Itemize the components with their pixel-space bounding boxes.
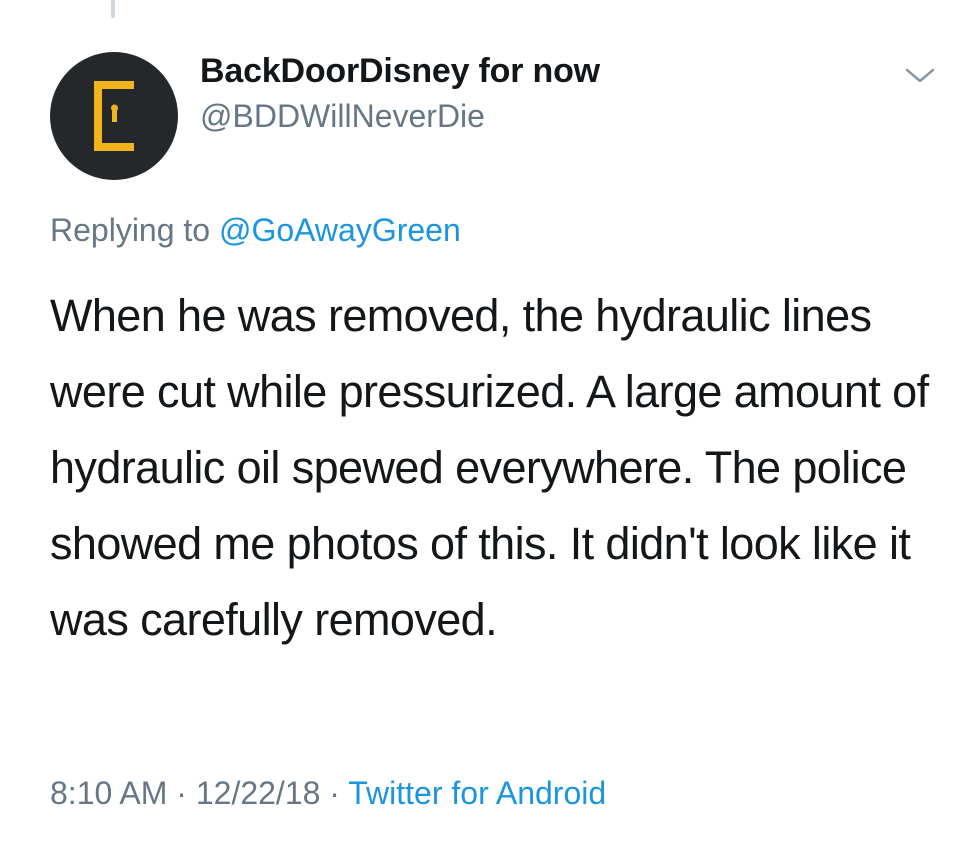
chevron-down-icon — [905, 68, 935, 83]
tweet-date[interactable]: 12/22/18 — [196, 775, 321, 811]
mention-link[interactable]: @GoAwayGreen — [219, 212, 461, 248]
tweet-meta: 8:10 AM · 12/22/18 · Twitter for Android — [50, 775, 606, 812]
tweet-time[interactable]: 8:10 AM — [50, 775, 167, 811]
meta-separator: · — [329, 775, 340, 811]
replying-to-label: Replying to — [50, 212, 211, 248]
author-handle[interactable]: @BDDWillNeverDie — [200, 98, 485, 135]
avatar[interactable] — [50, 52, 178, 180]
tweet-text: When he was removed, the hydraulic lines… — [50, 290, 929, 645]
meta-separator: · — [176, 775, 187, 811]
replying-to: Replying to @GoAwayGreen — [50, 212, 461, 249]
tweet-menu-button[interactable] — [900, 60, 940, 90]
author-name[interactable]: BackDoorDisney for now — [200, 52, 600, 91]
door-logo-icon — [94, 81, 134, 151]
tweet-source-link[interactable]: Twitter for Android — [348, 775, 606, 811]
thread-connector-line — [111, 0, 115, 18]
